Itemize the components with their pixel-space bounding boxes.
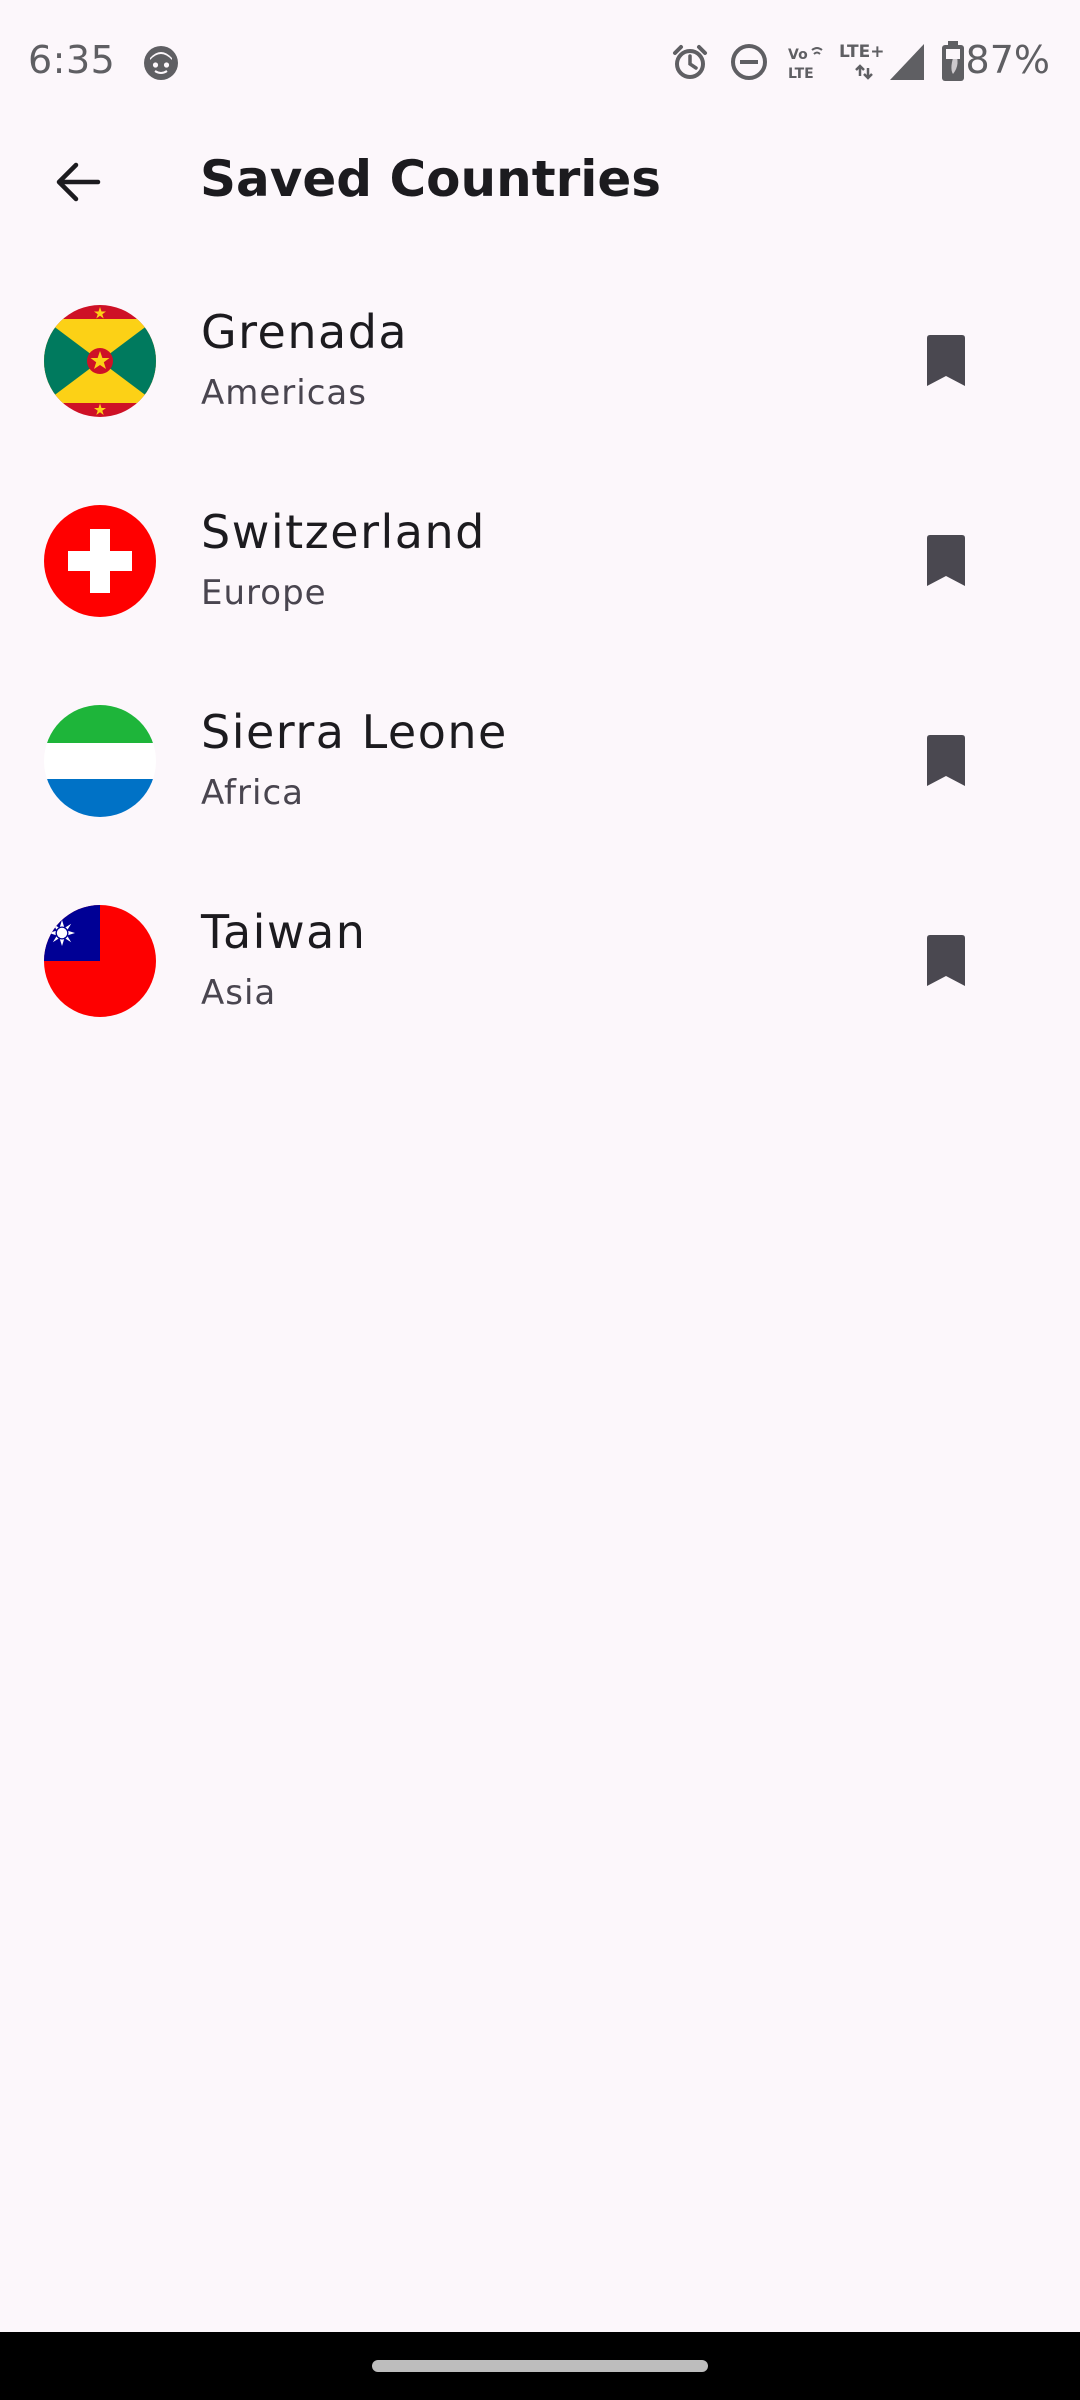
- bookmark-filled-icon: [927, 735, 965, 786]
- bookmark-button[interactable]: [898, 513, 994, 609]
- face-notification-icon: [144, 46, 178, 80]
- volte-label-bottom: LTE: [788, 66, 814, 82]
- volte-icon: Vo LTE: [788, 47, 823, 82]
- page-title: Saved Countries: [200, 150, 662, 208]
- country-name: Taiwan: [201, 905, 367, 959]
- country-region: Asia: [201, 973, 277, 1013]
- signal-icon: [890, 44, 924, 80]
- status-bar: 6:35 Vo LTE LTE+ 87%: [0, 0, 1080, 124]
- country-region: Europe: [201, 573, 327, 613]
- app-bar: Saved Countries: [0, 124, 1080, 244]
- back-button[interactable]: [30, 134, 126, 230]
- country-region: Africa: [201, 773, 304, 813]
- battery-icon: [942, 41, 964, 81]
- bookmark-button[interactable]: [898, 313, 994, 409]
- saved-countries-screen: 6:35 Vo LTE LTE+ 87% Saved Countries Gre…: [0, 0, 1080, 2400]
- alarm-icon: [673, 45, 707, 79]
- country-name: Switzerland: [201, 505, 486, 559]
- bookmark-button[interactable]: [898, 713, 994, 809]
- lte-plus-icon: LTE+: [839, 42, 884, 80]
- country-list-item[interactable]: Sierra Leone Africa: [0, 661, 1080, 861]
- grenada-flag: [44, 305, 156, 417]
- taiwan-flag: [44, 905, 156, 1017]
- bookmark-filled-icon: [927, 535, 965, 586]
- volte-label-top: Vo: [788, 47, 808, 63]
- switzerland-flag: [44, 505, 156, 617]
- bookmark-filled-icon: [927, 335, 965, 386]
- country-name: Grenada: [201, 305, 409, 359]
- country-list-item[interactable]: Grenada Americas: [0, 261, 1080, 461]
- sierra-leone-flag: [44, 705, 156, 817]
- do-not-disturb-icon: [731, 44, 767, 80]
- saved-countries-list: Grenada Americas Switzerland Europe Sier…: [0, 261, 1080, 1061]
- bookmark-button[interactable]: [898, 913, 994, 1009]
- country-name: Sierra Leone: [201, 705, 508, 759]
- system-navigation-bar: [0, 2332, 1080, 2400]
- home-gesture-handle[interactable]: [372, 2360, 708, 2372]
- country-list-item[interactable]: Switzerland Europe: [0, 461, 1080, 661]
- lte-label: LTE+: [839, 42, 884, 62]
- bookmark-filled-icon: [927, 935, 965, 986]
- arrow-back-icon: [56, 162, 101, 202]
- battery-percentage: 87%: [965, 38, 1050, 82]
- country-region: Americas: [201, 373, 367, 413]
- status-time: 6:35: [28, 38, 116, 82]
- country-list-item[interactable]: Taiwan Asia: [0, 861, 1080, 1061]
